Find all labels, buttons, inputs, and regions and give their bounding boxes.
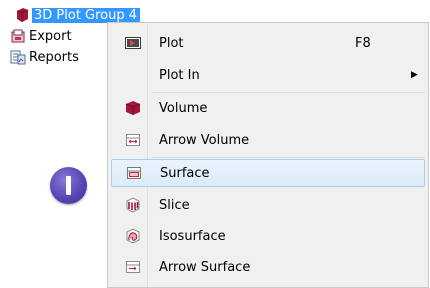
step-marker-bar	[66, 176, 71, 195]
menu-item-surface[interactable]: Surface	[111, 159, 425, 187]
menu-item-isosurface[interactable]: Isosurface	[111, 222, 425, 250]
arrow-volume-icon	[125, 132, 141, 148]
plot-icon	[125, 35, 141, 51]
menu-item-label: Isosurface	[159, 228, 226, 244]
volume-icon	[125, 100, 141, 116]
menu-item-volume[interactable]: Volume	[111, 94, 425, 122]
menu-separator	[152, 157, 425, 158]
menu-item-label: Arrow Volume	[159, 132, 250, 148]
menu-item-label: Plot	[159, 35, 184, 51]
arrow-surface-icon	[125, 259, 141, 275]
export-icon	[11, 29, 25, 43]
tree-item-label: 3D Plot Group 4	[32, 7, 141, 23]
menu-item-arrow-volume[interactable]: Arrow Volume	[111, 126, 425, 154]
menu-item-label: Slice	[159, 197, 190, 213]
menu-item-slice[interactable]: Slice	[111, 191, 425, 219]
surface-icon	[126, 165, 142, 181]
plot-group-icon	[16, 8, 29, 22]
menu-item-label: Plot In	[159, 67, 200, 83]
isosurface-icon	[125, 228, 141, 244]
menu-item-plot[interactable]: Plot F8	[111, 29, 425, 57]
menu-item-plot-in[interactable]: Plot In ▶	[111, 61, 425, 89]
menu-item-arrow-surface[interactable]: Arrow Surface	[111, 253, 425, 281]
menu-item-label: Volume	[159, 100, 208, 116]
menu-item-label: Surface	[160, 165, 210, 181]
menu-item-shortcut: F8	[355, 35, 371, 51]
step-marker	[50, 167, 87, 204]
tree-item-export[interactable]: Export	[10, 27, 72, 45]
submenu-arrow-icon: ▶	[411, 70, 418, 80]
slice-icon	[125, 197, 141, 213]
tree-item-label: Export	[29, 28, 72, 44]
menu-item-label: Arrow Surface	[159, 259, 251, 275]
menu-separator	[152, 92, 425, 93]
tree-item-label: Reports	[29, 49, 79, 65]
context-menu: Plot F8 Plot In ▶ Volume Arrow Volume Su…	[107, 22, 429, 288]
tree-item-reports[interactable]: Reports	[10, 48, 79, 66]
reports-icon	[10, 50, 26, 65]
